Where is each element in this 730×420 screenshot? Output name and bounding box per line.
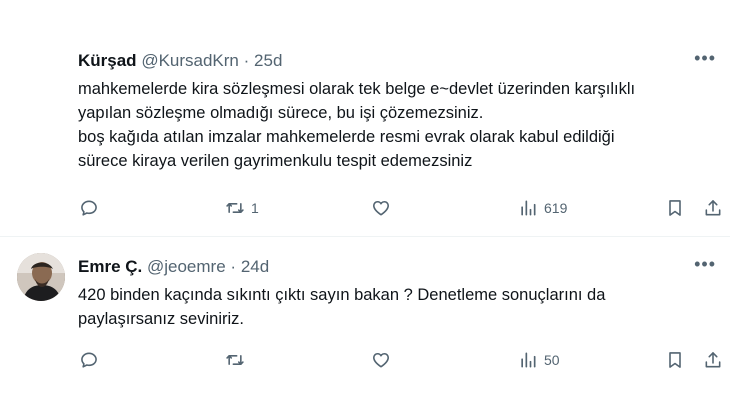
author-name[interactable]: Kürşad — [78, 51, 137, 70]
retweet-count: 1 — [251, 200, 259, 216]
like-button[interactable] — [371, 345, 397, 375]
tweet-line: yapılan sözleşme olmadığı sürece, bu işi… — [78, 104, 484, 122]
reply-button[interactable] — [79, 345, 105, 375]
bookmark-button[interactable] — [665, 345, 685, 375]
more-dots-icon[interactable]: ••• — [694, 254, 716, 275]
tweet-header: Kürşad @KursadKrn · 25d — [78, 51, 282, 71]
share-button[interactable] — [703, 193, 723, 223]
share-button[interactable] — [703, 345, 723, 375]
tweet-actions: 50 — [0, 345, 730, 375]
tweet-text: 420 binden kaçında sıkıntı çıktı sayın b… — [78, 283, 718, 331]
tweet[interactable]: Emre Ç. @jeoemre · 24d ••• 420 binden ka… — [0, 237, 730, 420]
views-bar-chart-icon — [521, 200, 536, 216]
views-button[interactable]: 50 — [518, 345, 560, 375]
retweet-icon — [226, 203, 244, 213]
view-count: 619 — [544, 200, 568, 216]
share-icon — [705, 200, 721, 216]
bookmark-icon — [669, 352, 681, 368]
share-icon — [705, 352, 721, 368]
tweet-line: boş kağıda atılan imzalar mahkemelerde r… — [78, 128, 615, 146]
author-handle[interactable]: @jeoemre — [147, 257, 226, 276]
retweet-button[interactable]: 1 — [225, 193, 259, 223]
author-name[interactable]: Emre Ç. — [78, 257, 142, 276]
retweet-button[interactable] — [225, 345, 251, 375]
more-dots-icon[interactable]: ••• — [694, 48, 716, 69]
heart-icon — [373, 352, 389, 368]
heart-icon — [373, 200, 389, 216]
tweet-line: sürece kiraya verilen gayrimenkulu tespi… — [78, 152, 473, 170]
tweet-line: mahkemelerde kira sözleşmesi olarak tek … — [78, 80, 636, 98]
like-button[interactable] — [371, 193, 397, 223]
retweet-icon — [226, 355, 244, 365]
reply-icon — [81, 352, 97, 368]
tweet-actions: 1 619 — [0, 193, 730, 223]
tweet-text: mahkemelerde kira sözleşmesi olarak tek … — [78, 77, 718, 173]
avatar[interactable] — [17, 253, 65, 301]
reply-button[interactable] — [79, 193, 105, 223]
reply-icon — [81, 200, 97, 216]
tweet-line: paylaşırsanız seviniriz. — [78, 310, 244, 328]
tweet-time[interactable]: 24d — [241, 257, 269, 276]
bookmark-icon — [669, 200, 681, 216]
views-button[interactable]: 619 — [518, 193, 567, 223]
author-handle[interactable]: @KursadKrn — [141, 51, 239, 70]
header-separator: · — [243, 51, 250, 70]
tweet-line: 420 binden kaçında sıkıntı çıktı sayın b… — [78, 286, 606, 304]
header-separator: · — [230, 257, 237, 276]
views-bar-chart-icon — [521, 352, 536, 368]
tweet-header: Emre Ç. @jeoemre · 24d — [78, 257, 269, 277]
bookmark-button[interactable] — [665, 193, 685, 223]
tweet[interactable]: Kürşad @KursadKrn · 25d ••• mahkemelerde… — [0, 0, 730, 236]
tweet-time[interactable]: 25d — [254, 51, 282, 70]
view-count: 50 — [544, 352, 560, 368]
